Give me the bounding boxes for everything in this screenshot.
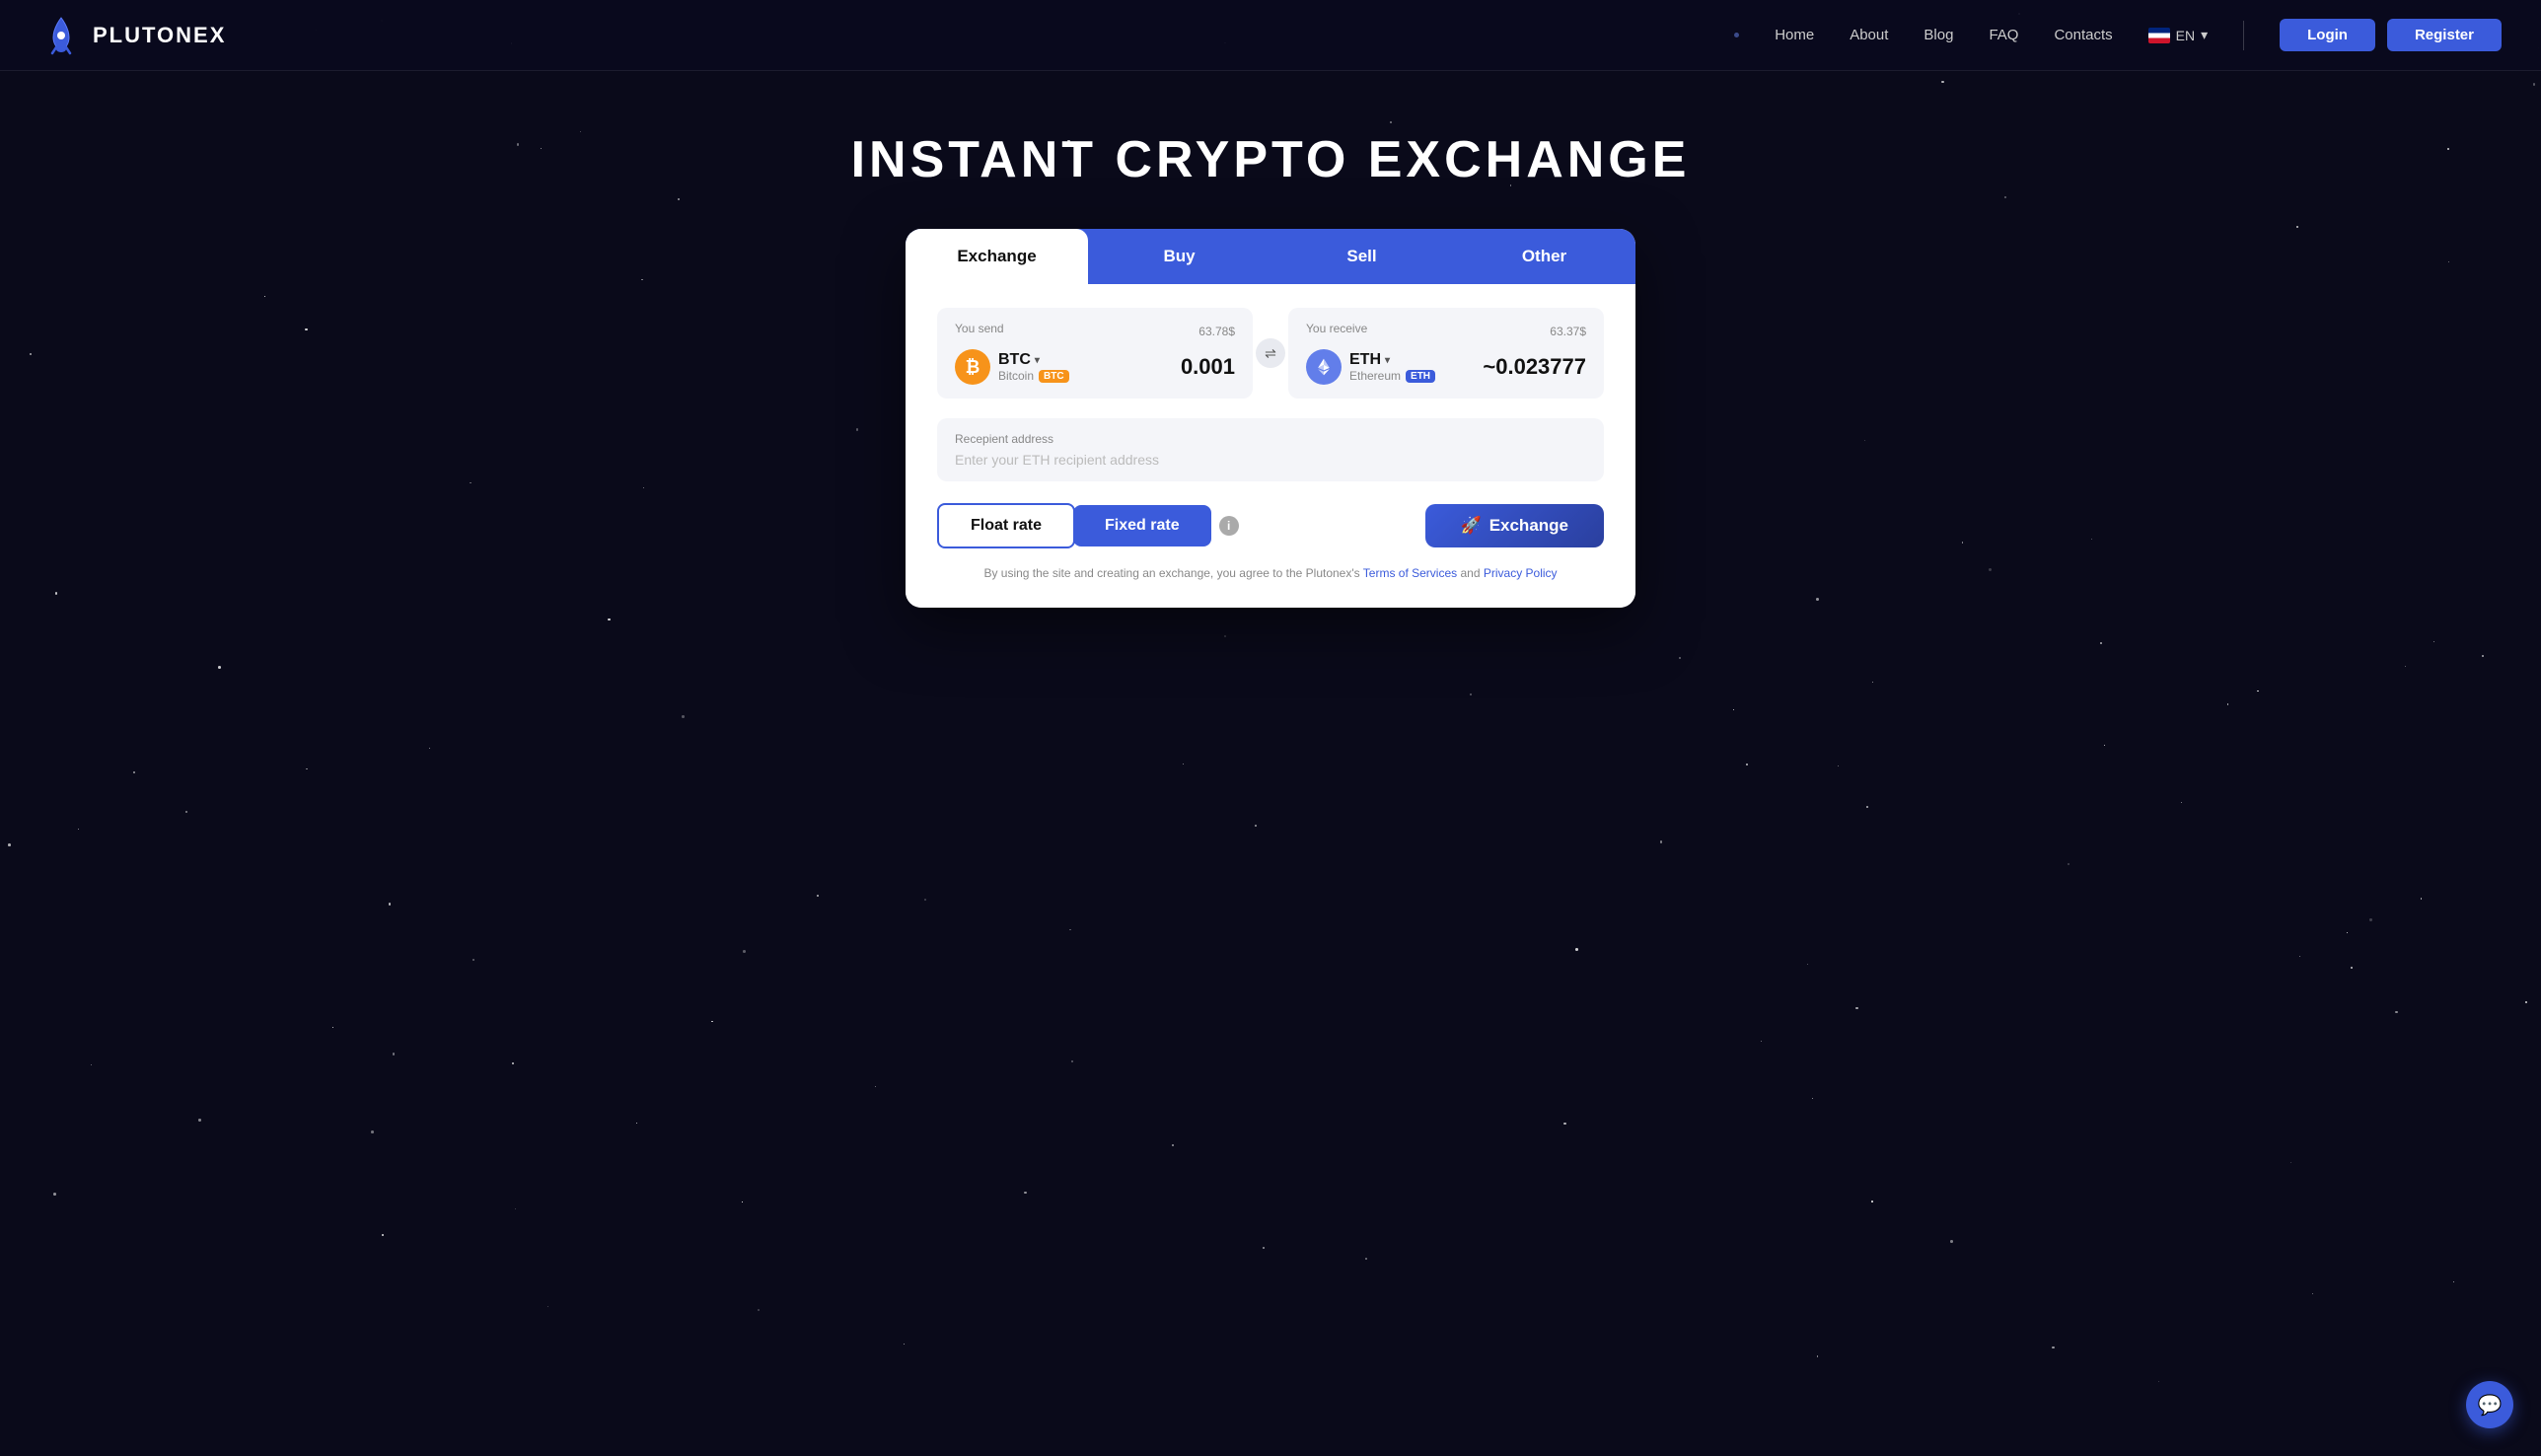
receive-label: You receive [1306, 322, 1367, 335]
lang-label: EN [2176, 28, 2195, 43]
btc-fullname: Bitcoin BTC [998, 369, 1069, 383]
chat-bubble[interactable]: 💬 [2466, 1381, 2513, 1428]
nav-contacts[interactable]: Contacts [2054, 27, 2112, 43]
nav-dot [1734, 33, 1739, 37]
card-body: You send 63.78$ ₿ BTC ▾ [906, 284, 1635, 608]
nav-buttons: Login Register [2280, 19, 2502, 51]
brand-name: PLUTONEX [93, 23, 226, 48]
send-coin-selector[interactable]: ₿ BTC ▾ Bitcoin BTC [955, 349, 1069, 385]
address-input[interactable]: Enter your ETH recipient address [955, 452, 1586, 468]
nav-blog[interactable]: Blog [1924, 27, 1953, 43]
send-panel: You send 63.78$ ₿ BTC ▾ [937, 308, 1253, 399]
fixed-rate-button[interactable]: Fixed rate [1073, 505, 1211, 546]
send-label: You send [955, 322, 1004, 335]
tab-bar: Exchange Buy Sell Other [906, 229, 1635, 284]
exchange-card: Exchange Buy Sell Other You send 63.78$ … [906, 229, 1635, 608]
btc-badge: BTC [1039, 370, 1069, 383]
receive-amount: ~0.023777 [1483, 354, 1586, 380]
language-selector[interactable]: EN ▾ [2148, 27, 2208, 43]
swap-icon[interactable]: ⇌ [1256, 338, 1285, 368]
btc-chevron: ▾ [1035, 355, 1040, 366]
login-button[interactable]: Login [2280, 19, 2375, 51]
btc-name-group: BTC ▾ Bitcoin BTC [998, 351, 1069, 383]
tab-other[interactable]: Other [1453, 229, 1635, 284]
nav-home[interactable]: Home [1775, 27, 1814, 43]
exchange-icon: 🚀 [1461, 516, 1482, 536]
logo-icon [39, 14, 83, 57]
disclaimer: By using the site and creating an exchan… [937, 566, 1604, 580]
receive-value: 63.37$ [1550, 325, 1586, 338]
exchange-label: Exchange [1489, 516, 1568, 536]
receive-panel-header: You receive 63.37$ [1306, 322, 1586, 341]
btc-ticker: BTC ▾ [998, 351, 1069, 369]
receive-coin-selector[interactable]: ETH ▾ Ethereum ETH [1306, 349, 1435, 385]
exchange-button[interactable]: 🚀 Exchange [1425, 504, 1604, 547]
nav-faq[interactable]: FAQ [1989, 27, 2018, 43]
btc-icon: ₿ [955, 349, 990, 385]
privacy-link[interactable]: Privacy Policy [1484, 566, 1558, 580]
nav-about[interactable]: About [1850, 27, 1888, 43]
eth-icon [1306, 349, 1342, 385]
rate-row: Float rate Fixed rate i 🚀 Exchange [937, 503, 1604, 548]
nav-divider [2243, 21, 2244, 50]
address-section: Recepient address Enter your ETH recipie… [937, 418, 1604, 481]
nav-links: Home About Blog FAQ Contacts EN ▾ Login … [1734, 19, 2502, 51]
eth-name-group: ETH ▾ Ethereum ETH [1349, 351, 1435, 383]
flag-icon [2148, 28, 2170, 43]
tab-buy[interactable]: Buy [1088, 229, 1270, 284]
tab-exchange[interactable]: Exchange [906, 229, 1088, 284]
exchange-row: You send 63.78$ ₿ BTC ▾ [937, 308, 1604, 399]
send-amount[interactable]: 0.001 [1181, 354, 1235, 380]
terms-link[interactable]: Terms of Services [1363, 566, 1457, 580]
eth-ticker: ETH ▾ [1349, 351, 1435, 369]
page-title: INSTANT CRYPTO EXCHANGE [851, 130, 1691, 189]
eth-fullname: Ethereum ETH [1349, 369, 1435, 383]
eth-badge: ETH [1406, 370, 1435, 383]
register-button[interactable]: Register [2387, 19, 2502, 51]
send-value: 63.78$ [1198, 325, 1235, 338]
float-rate-button[interactable]: Float rate [937, 503, 1075, 548]
address-label: Recepient address [955, 432, 1586, 446]
logo[interactable]: PLUTONEX [39, 14, 226, 57]
eth-chevron: ▾ [1385, 355, 1390, 366]
navbar: PLUTONEX Home About Blog FAQ Contacts EN… [0, 0, 2541, 71]
disclaimer-text-before: By using the site and creating an exchan… [983, 566, 1359, 580]
swap-button-container: ⇌ [1253, 308, 1288, 399]
lang-chevron: ▾ [2201, 27, 2208, 43]
main-content: INSTANT CRYPTO EXCHANGE Exchange Buy Sel… [0, 71, 2541, 647]
tab-sell[interactable]: Sell [1270, 229, 1453, 284]
receive-panel: You receive 63.37$ [1288, 308, 1604, 399]
info-icon[interactable]: i [1219, 516, 1239, 536]
send-panel-header: You send 63.78$ [955, 322, 1235, 341]
